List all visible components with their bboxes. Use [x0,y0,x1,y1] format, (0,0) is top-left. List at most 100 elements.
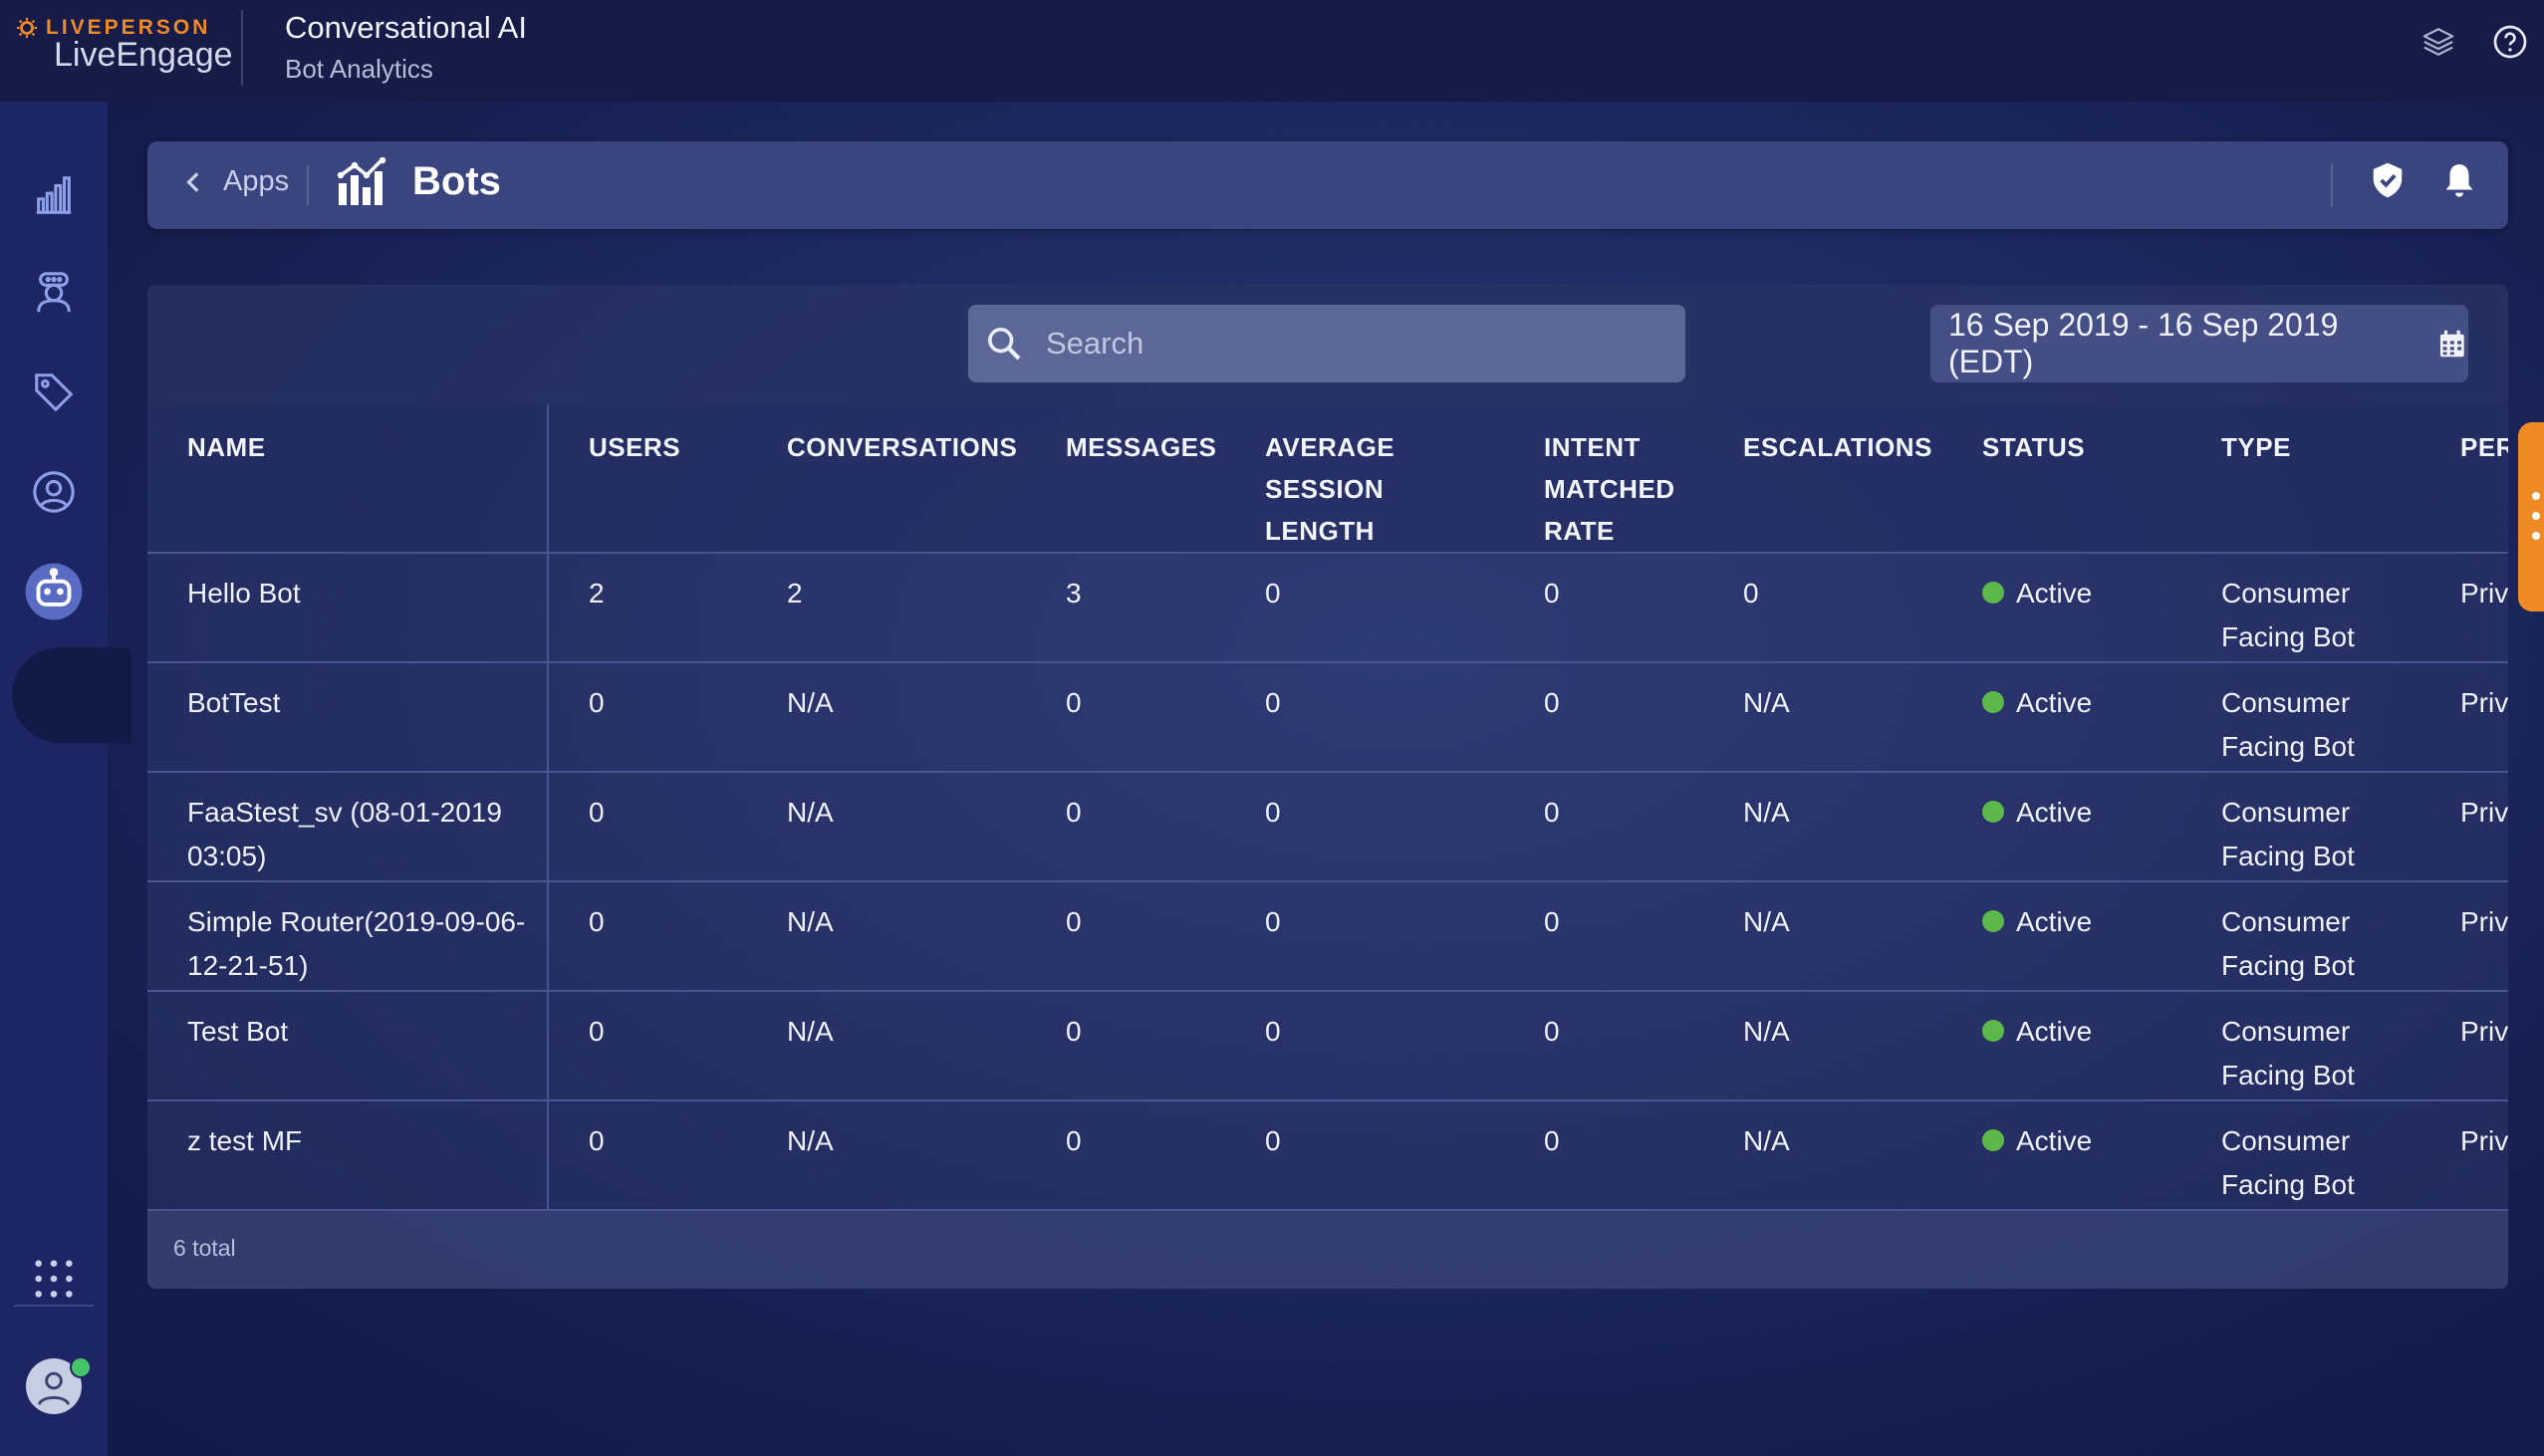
cell-per: Priv [2420,881,2508,992]
cell-messages: 0 [1026,881,1225,992]
cell-intent-rate: 0 [1504,772,1703,882]
date-range-picker[interactable]: 16 Sep 2019 - 16 Sep 2019 (EDT) [1930,305,2468,382]
cell-messages: 0 [1026,662,1225,773]
cell-conversations: N/A [747,881,1026,992]
col-header-name[interactable]: NAME [147,404,549,554]
cell-name[interactable]: z test MF [147,1100,549,1211]
bots-panel: 16 Sep 2019 - 16 Sep 2019 (EDT) NAME USE… [147,285,2508,1289]
status-dot [1982,582,2004,604]
cell-per: Priv [2420,1100,2508,1211]
page-title: Bots [412,158,501,203]
cell-conversations: N/A [747,991,1026,1101]
cell-status: Active [1942,1100,2181,1211]
col-header-status[interactable]: STATUS [1942,404,2181,554]
col-header-per[interactable]: PER [2420,404,2508,554]
cell-name[interactable]: Test Bot [147,991,549,1101]
cell-users: 0 [548,881,747,992]
cell-messages: 0 [1026,1100,1225,1211]
col-header-intent-rate[interactable]: INTENT MATCHED RATE [1504,404,1703,554]
table-row[interactable]: Simple Router(2019-09-06-12-21-51) 0 N/A… [147,881,2508,992]
online-status-dot [70,1356,92,1378]
search-input[interactable] [1044,325,1646,363]
sidebar-item-tags[interactable] [0,353,108,432]
status-dot [1982,691,2004,713]
search-box[interactable] [968,305,1685,382]
col-header-users[interactable]: USERS [548,404,747,554]
cell-status: Active [1942,991,2181,1101]
cell-type: Consumer Facing Bot [2181,1100,2420,1211]
liveperson-sun-icon [16,17,38,39]
help-icon[interactable] [2490,22,2530,62]
table-row[interactable]: BotTest 0 N/A 0 0 0 N/A Active Consumer … [147,662,2508,773]
cell-intent-rate: 0 [1504,662,1703,773]
status-label: Active [2016,1125,2093,1156]
col-header-avg-session[interactable]: AVERAGE SESSION LENGTH [1225,404,1504,554]
cell-users: 2 [548,553,747,663]
cell-avg-session: 0 [1225,772,1504,882]
side-drawer-handle[interactable] [2518,422,2544,611]
cell-name[interactable]: FaaStest_sv (08-01-2019 03:05) [147,772,549,882]
cell-avg-session: 0 [1225,991,1504,1101]
cell-per: Priv [2420,991,2508,1101]
status-label: Active [2016,797,2093,828]
table-row[interactable]: z test MF 0 N/A 0 0 0 N/A Active Consume… [147,1100,2508,1211]
apps-grid-button[interactable] [0,1239,108,1319]
chevron-left-icon [186,171,199,192]
page-header: Apps Bots [147,141,2508,229]
table-row[interactable]: Hello Bot 2 2 3 0 0 0 Active Consumer Fa… [147,553,2508,663]
tag-icon [35,373,74,412]
shield-button[interactable] [2369,161,2407,204]
divider [241,10,243,86]
status-label: Active [2016,906,2093,937]
total-count: 6 total [173,1235,236,1261]
cell-type: Consumer Facing Bot [2181,662,2420,773]
person-icon [37,1371,71,1406]
cell-messages: 3 [1026,553,1225,663]
layers-icon[interactable] [2418,22,2458,62]
col-header-escalations[interactable]: ESCALATIONS [1703,404,1942,554]
col-header-conversations[interactable]: CONVERSATIONS [747,404,1026,554]
back-to-apps-link[interactable]: Apps [181,165,289,198]
liveperson-logo[interactable]: LIVEPERSON LiveEngage [16,16,233,75]
cell-name[interactable]: BotTest [147,662,549,773]
table-row[interactable]: Test Bot 0 N/A 0 0 0 N/A Active Consumer… [147,991,2508,1101]
table-footer: 6 total [147,1211,2508,1289]
sidebar-item-analytics[interactable] [0,155,108,235]
col-header-messages[interactable]: MESSAGES [1026,404,1225,554]
brand-product: LiveEngage [54,36,233,74]
notifications-button[interactable] [2440,161,2478,204]
date-range-label: 16 Sep 2019 - 16 Sep 2019 (EDT) [1948,307,2339,379]
user-circle-icon [33,471,75,513]
cell-status: Active [1942,662,2181,773]
cell-users: 0 [548,772,747,882]
table-row[interactable]: FaaStest_sv (08-01-2019 03:05) 0 N/A 0 0… [147,772,2508,882]
cell-escalations: N/A [1703,1100,1942,1211]
cell-per: Priv [2420,662,2508,773]
calendar-icon [2440,330,2465,358]
cell-type: Consumer Facing Bot [2181,553,2420,663]
status-label: Active [2016,1016,2093,1047]
col-header-type[interactable]: TYPE [2181,404,2420,554]
sidebar-item-agents[interactable] [0,253,108,333]
search-icon [988,328,1021,361]
cell-conversations: N/A [747,1100,1026,1211]
cell-name[interactable]: Simple Router(2019-09-06-12-21-51) [147,881,549,992]
cell-intent-rate: 0 [1504,881,1703,992]
cell-status: Active [1942,881,2181,992]
app-title-block: Conversational AI Bot Analytics [285,10,527,85]
header-divider [307,165,309,205]
cell-per: Priv [2420,553,2508,663]
cell-avg-session: 0 [1225,662,1504,773]
cell-escalations: N/A [1703,991,1942,1101]
cell-name[interactable]: Hello Bot [147,553,549,663]
cell-escalations: 0 [1703,553,1942,663]
sidebar-item-users[interactable] [0,452,108,532]
table-header-row: NAME USERS CONVERSATIONS MESSAGES AVERAG… [147,404,2508,554]
sidebar-active-highlight [12,647,131,743]
cell-users: 0 [548,662,747,773]
cell-intent-rate: 0 [1504,991,1703,1101]
cell-intent-rate: 0 [1504,553,1703,663]
app-title: Conversational AI [285,10,527,45]
header-divider-right [2331,163,2333,207]
sidebar-item-bots[interactable] [0,552,108,631]
